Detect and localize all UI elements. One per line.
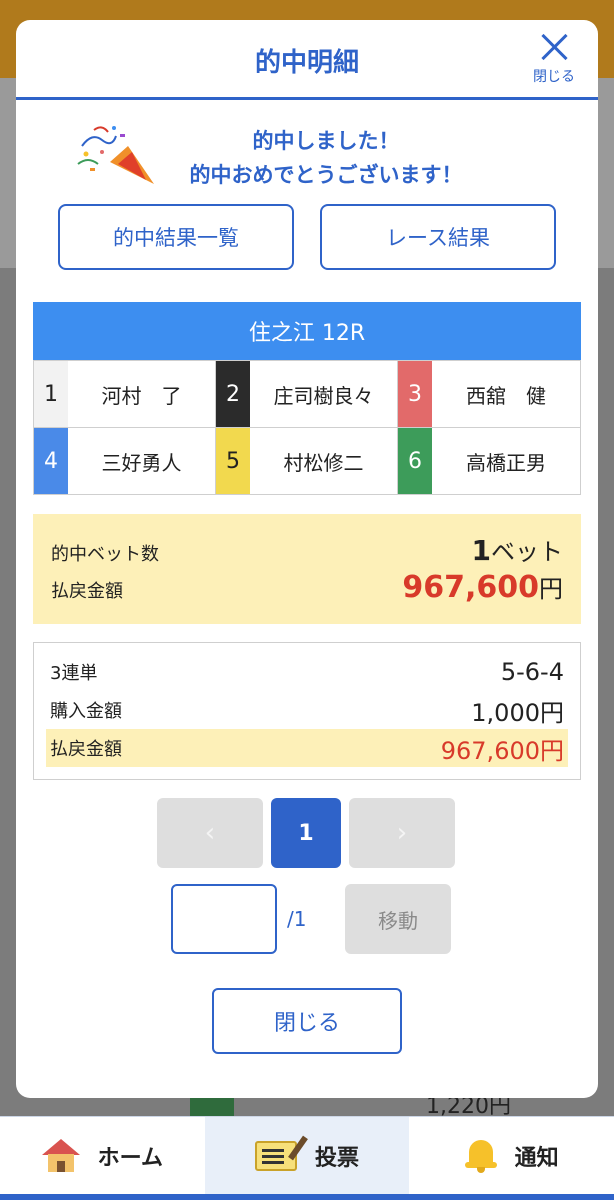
racer-cell: 2 庄司樹良々 bbox=[216, 360, 398, 427]
race-result-button[interactable]: レース結果 bbox=[320, 204, 556, 270]
jump-button[interactable]: 移動 bbox=[345, 884, 451, 954]
racer-cell: 3 西舘 健 bbox=[398, 360, 580, 427]
racer-cell: 6 高橋正男 bbox=[398, 427, 580, 494]
lane-number: 6 bbox=[398, 428, 432, 494]
page-number-input[interactable] bbox=[171, 884, 277, 954]
hit-summary: 的中ベット数 1ベット 払戻金額 967,600円 bbox=[33, 514, 581, 624]
nav-vote[interactable]: 投票 bbox=[204, 1117, 410, 1200]
lane-number: 3 bbox=[398, 361, 432, 427]
pagination: ‹ 1 › bbox=[157, 798, 457, 868]
racer-name: 高橋正男 bbox=[466, 450, 546, 475]
racer-grid: 1 河村 了 2 庄司樹良々 3 西舘 健 4 三好勇人 5 村松修二 6 高橋正男 bbox=[33, 360, 581, 495]
ticket-payout-label: 払戻金額 bbox=[50, 739, 122, 760]
ticket-combo: 5-6-4 bbox=[500, 658, 564, 686]
ticket-icon bbox=[255, 1140, 297, 1171]
lane-number: 4 bbox=[34, 428, 68, 494]
page-jump: /1 移動 bbox=[171, 884, 451, 954]
bottom-nav: ホーム 投票 通知 bbox=[0, 1116, 614, 1200]
congrats-text: 的中しました！ 的中おめでとうございます！ bbox=[156, 124, 496, 192]
lane-number: 5 bbox=[216, 428, 250, 494]
nav-home-label: ホーム bbox=[97, 1145, 163, 1171]
racer-cell: 4 三好勇人 bbox=[34, 427, 216, 494]
racer-cell: 5 村松修二 bbox=[216, 427, 398, 494]
congrats-line-1: 的中しました！ bbox=[252, 129, 400, 153]
racer-name: 西舘 健 bbox=[466, 383, 546, 408]
bet-count-label: 的中ベット数 bbox=[51, 544, 159, 565]
ticket-type-row: 3連単 5-6-4 bbox=[50, 653, 564, 691]
home-icon bbox=[41, 1138, 80, 1173]
purchase-value: 1,000円 bbox=[471, 698, 564, 727]
close-button-bottom[interactable]: 閉じる bbox=[212, 988, 402, 1054]
modal-header: 的中明細 閉じる bbox=[16, 20, 598, 100]
hit-list-button[interactable]: 的中結果一覧 bbox=[58, 204, 294, 270]
nav-notify[interactable]: 通知 bbox=[409, 1117, 614, 1200]
page-total: /1 bbox=[287, 907, 307, 931]
prev-page-button[interactable]: ‹ bbox=[157, 798, 263, 868]
current-page-button[interactable]: 1 bbox=[271, 798, 341, 868]
close-icon bbox=[539, 32, 569, 62]
nav-vote-label: 投票 bbox=[315, 1145, 360, 1171]
next-page-button[interactable]: › bbox=[349, 798, 455, 868]
lane-number: 1 bbox=[34, 361, 68, 427]
lane-number: 2 bbox=[216, 361, 250, 427]
modal-title: 的中明細 bbox=[254, 48, 359, 78]
ticket-type: 3連単 bbox=[50, 663, 98, 684]
congrats-line-2: 的中おめでとうございます！ bbox=[189, 163, 463, 187]
payout-label: 払戻金額 bbox=[51, 581, 123, 602]
close-label: 閉じる bbox=[533, 69, 575, 85]
nav-home[interactable]: ホーム bbox=[0, 1117, 205, 1200]
close-button-top[interactable]: 閉じる bbox=[524, 32, 584, 92]
racer-name: 庄司樹良々 bbox=[273, 383, 374, 408]
racer-name: 三好勇人 bbox=[101, 450, 182, 475]
racer-name: 河村 了 bbox=[101, 383, 182, 408]
purchase-label: 購入金額 bbox=[50, 701, 122, 722]
hit-detail-modal: 的中明細 閉じる 的中しました！ 的中おめでとうございます！ 的中結果一覧 レー… bbox=[16, 20, 598, 1098]
congrats-banner: 的中しました！ 的中おめでとうございます！ bbox=[16, 118, 598, 198]
bet-count-row: 的中ベット数 1ベット bbox=[51, 532, 563, 567]
action-buttons: 的中結果一覧 レース結果 bbox=[58, 204, 556, 270]
payout-row: 払戻金額 967,600円 bbox=[51, 569, 563, 605]
racer-cell: 1 河村 了 bbox=[34, 360, 216, 427]
ticket-payout-value: 967,600円 bbox=[440, 736, 564, 765]
payout-value: 967,600円 bbox=[402, 570, 563, 605]
bet-count-value: 1ベット bbox=[471, 534, 563, 567]
ticket-payout-row: 払戻金額 967,600円 bbox=[46, 729, 568, 767]
bell-icon bbox=[464, 1138, 497, 1174]
nav-notify-label: 通知 bbox=[514, 1145, 559, 1171]
racer-name: 村松修二 bbox=[283, 450, 364, 475]
race-header: 住之江 12R bbox=[33, 302, 581, 360]
party-popper-icon bbox=[77, 126, 154, 184]
ticket-detail: 3連単 5-6-4 購入金額 1,000円 払戻金額 967,600円 bbox=[33, 642, 581, 780]
background-lane-badge bbox=[190, 1096, 234, 1118]
purchase-row: 購入金額 1,000円 bbox=[50, 691, 564, 729]
